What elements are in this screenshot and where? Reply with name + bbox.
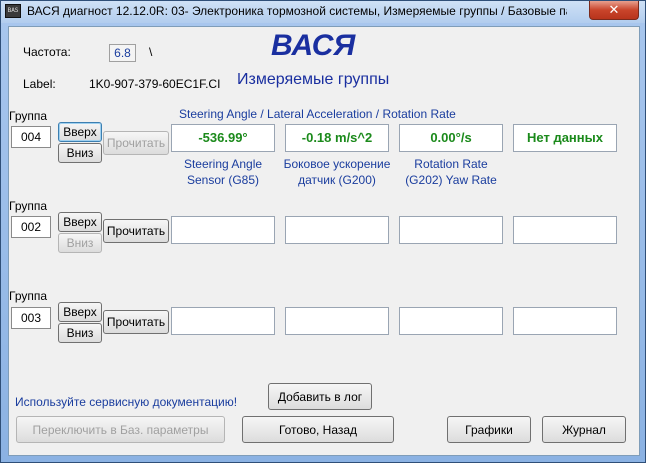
group3-read-button[interactable]: Прочитать — [103, 310, 169, 334]
group3-field-2 — [285, 307, 389, 335]
main-panel: Частота: 6.8 \ Label: 1K0-907-379-60EC1F… — [8, 26, 640, 456]
label-caption: Label: — [23, 77, 56, 91]
group2-label: Группа — [9, 199, 48, 213]
switch-basic-settings-button[interactable]: Переключить в Баз. параметры — [16, 416, 225, 443]
group1-down-button[interactable]: Вниз — [58, 143, 102, 163]
group1-label: Группа — [9, 109, 48, 123]
group1-caption-1: Steering Angle Sensor (G85) — [183, 157, 263, 187]
app-window: BAS ВАСЯ диагност 12.12.0R: 03- Электрон… — [0, 0, 646, 463]
group1-caption-3: Rotation Rate (G202) Yaw Rate — [405, 157, 497, 187]
close-icon[interactable]: ✕ — [589, 1, 639, 20]
group3-field-1 — [171, 307, 275, 335]
group1-field-2: -0.18 m/s^2 — [285, 124, 389, 152]
group1-field-3: 0.00°/s — [399, 124, 503, 152]
group1-number-input[interactable]: 004 — [11, 126, 51, 148]
group2-number-input[interactable]: 002 — [11, 216, 51, 238]
group2-field-2 — [285, 216, 389, 244]
group1-field-1: -536.99° — [171, 124, 275, 152]
group2-up-button[interactable]: Вверх — [58, 212, 102, 232]
group1-field-4: Нет данных — [513, 124, 617, 152]
group2-field-1 — [171, 216, 275, 244]
group1-up-button[interactable]: Вверх — [58, 122, 102, 142]
group3-field-3 — [399, 307, 503, 335]
log-journal-button[interactable]: Журнал — [542, 416, 626, 443]
group2-field-4 — [513, 216, 617, 244]
group1-caption-2: Боковое ускорение датчик (G200) — [283, 157, 391, 187]
frequency-value: 6.8 — [109, 44, 136, 62]
group1-read-button[interactable]: Прочитать — [103, 131, 169, 155]
title-bar[interactable]: BAS ВАСЯ диагност 12.12.0R: 03- Электрон… — [1, 1, 645, 23]
brand-logo: ВАСЯ — [271, 29, 356, 62]
frequency-label: Частота: — [23, 45, 71, 59]
group2-down-button[interactable]: Вниз — [58, 233, 102, 253]
group3-number-input[interactable]: 003 — [11, 307, 51, 329]
group3-field-4 — [513, 307, 617, 335]
group2-read-button[interactable]: Прочитать — [103, 219, 169, 243]
group3-down-button[interactable]: Вниз — [58, 323, 102, 343]
group3-label: Группа — [9, 289, 48, 303]
graphs-button[interactable]: Графики — [447, 416, 531, 443]
app-icon: BAS — [5, 4, 21, 18]
window-title: ВАСЯ диагност 12.12.0R: 03- Электроника … — [27, 4, 567, 18]
group3-up-button[interactable]: Вверх — [58, 302, 102, 322]
label-value: 1K0-907-379-60EC1F.CI — [89, 77, 221, 91]
page-title: Измеряемые группы — [237, 71, 390, 88]
service-doc-note: Используйте сервисную документацию! — [15, 395, 238, 409]
group2-field-3 — [399, 216, 503, 244]
done-back-button[interactable]: Готово, Назад — [242, 416, 394, 443]
add-to-log-button[interactable]: Добавить в лог — [268, 383, 372, 410]
group1-title: Steering Angle / Lateral Acceleration / … — [179, 107, 456, 121]
frequency-suffix: \ — [149, 45, 153, 59]
